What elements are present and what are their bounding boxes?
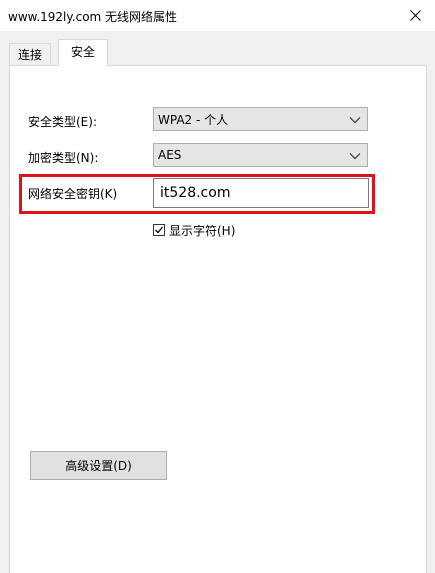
tab-connection[interactable]: 连接 [9,43,51,65]
encryption-type-dropdown[interactable]: AES [153,143,368,167]
network-key-input[interactable]: it528.com [153,178,369,208]
security-type-label: 安全类型(E): [28,115,97,129]
encryption-type-label: 加密类型(N): [28,151,99,165]
advanced-settings-label: 高级设置(D) [65,459,132,473]
properties-window: www.192ly.com 无线网络属性 连接 安全 安全类型(E): WPA2… [0,0,435,573]
security-panel [9,65,427,573]
security-type-dropdown[interactable]: WPA2 - 个人 [153,107,368,131]
show-characters-option[interactable]: 显示字符(H) [153,222,235,238]
encryption-type-value: AES [158,148,182,162]
close-icon [409,10,421,21]
security-type-value: WPA2 - 个人 [158,112,229,127]
close-button[interactable] [395,0,435,31]
chevron-down-icon [349,153,361,160]
show-characters-label: 显示字符(H) [169,223,236,238]
window-title: www.192ly.com 无线网络属性 [8,10,178,24]
network-key-label: 网络安全密钥(K) [28,187,118,201]
tab-security[interactable]: 安全 [58,39,108,66]
title-bar: www.192ly.com 无线网络属性 [0,0,435,31]
network-key-value: it528.com [160,185,231,201]
chevron-down-icon [349,117,361,124]
show-characters-checkbox[interactable] [153,224,165,236]
tab-security-label: 安全 [70,45,95,59]
check-icon [155,226,164,234]
advanced-settings-button[interactable]: 高级设置(D) [30,451,167,480]
tab-connection-label: 连接 [17,48,42,62]
